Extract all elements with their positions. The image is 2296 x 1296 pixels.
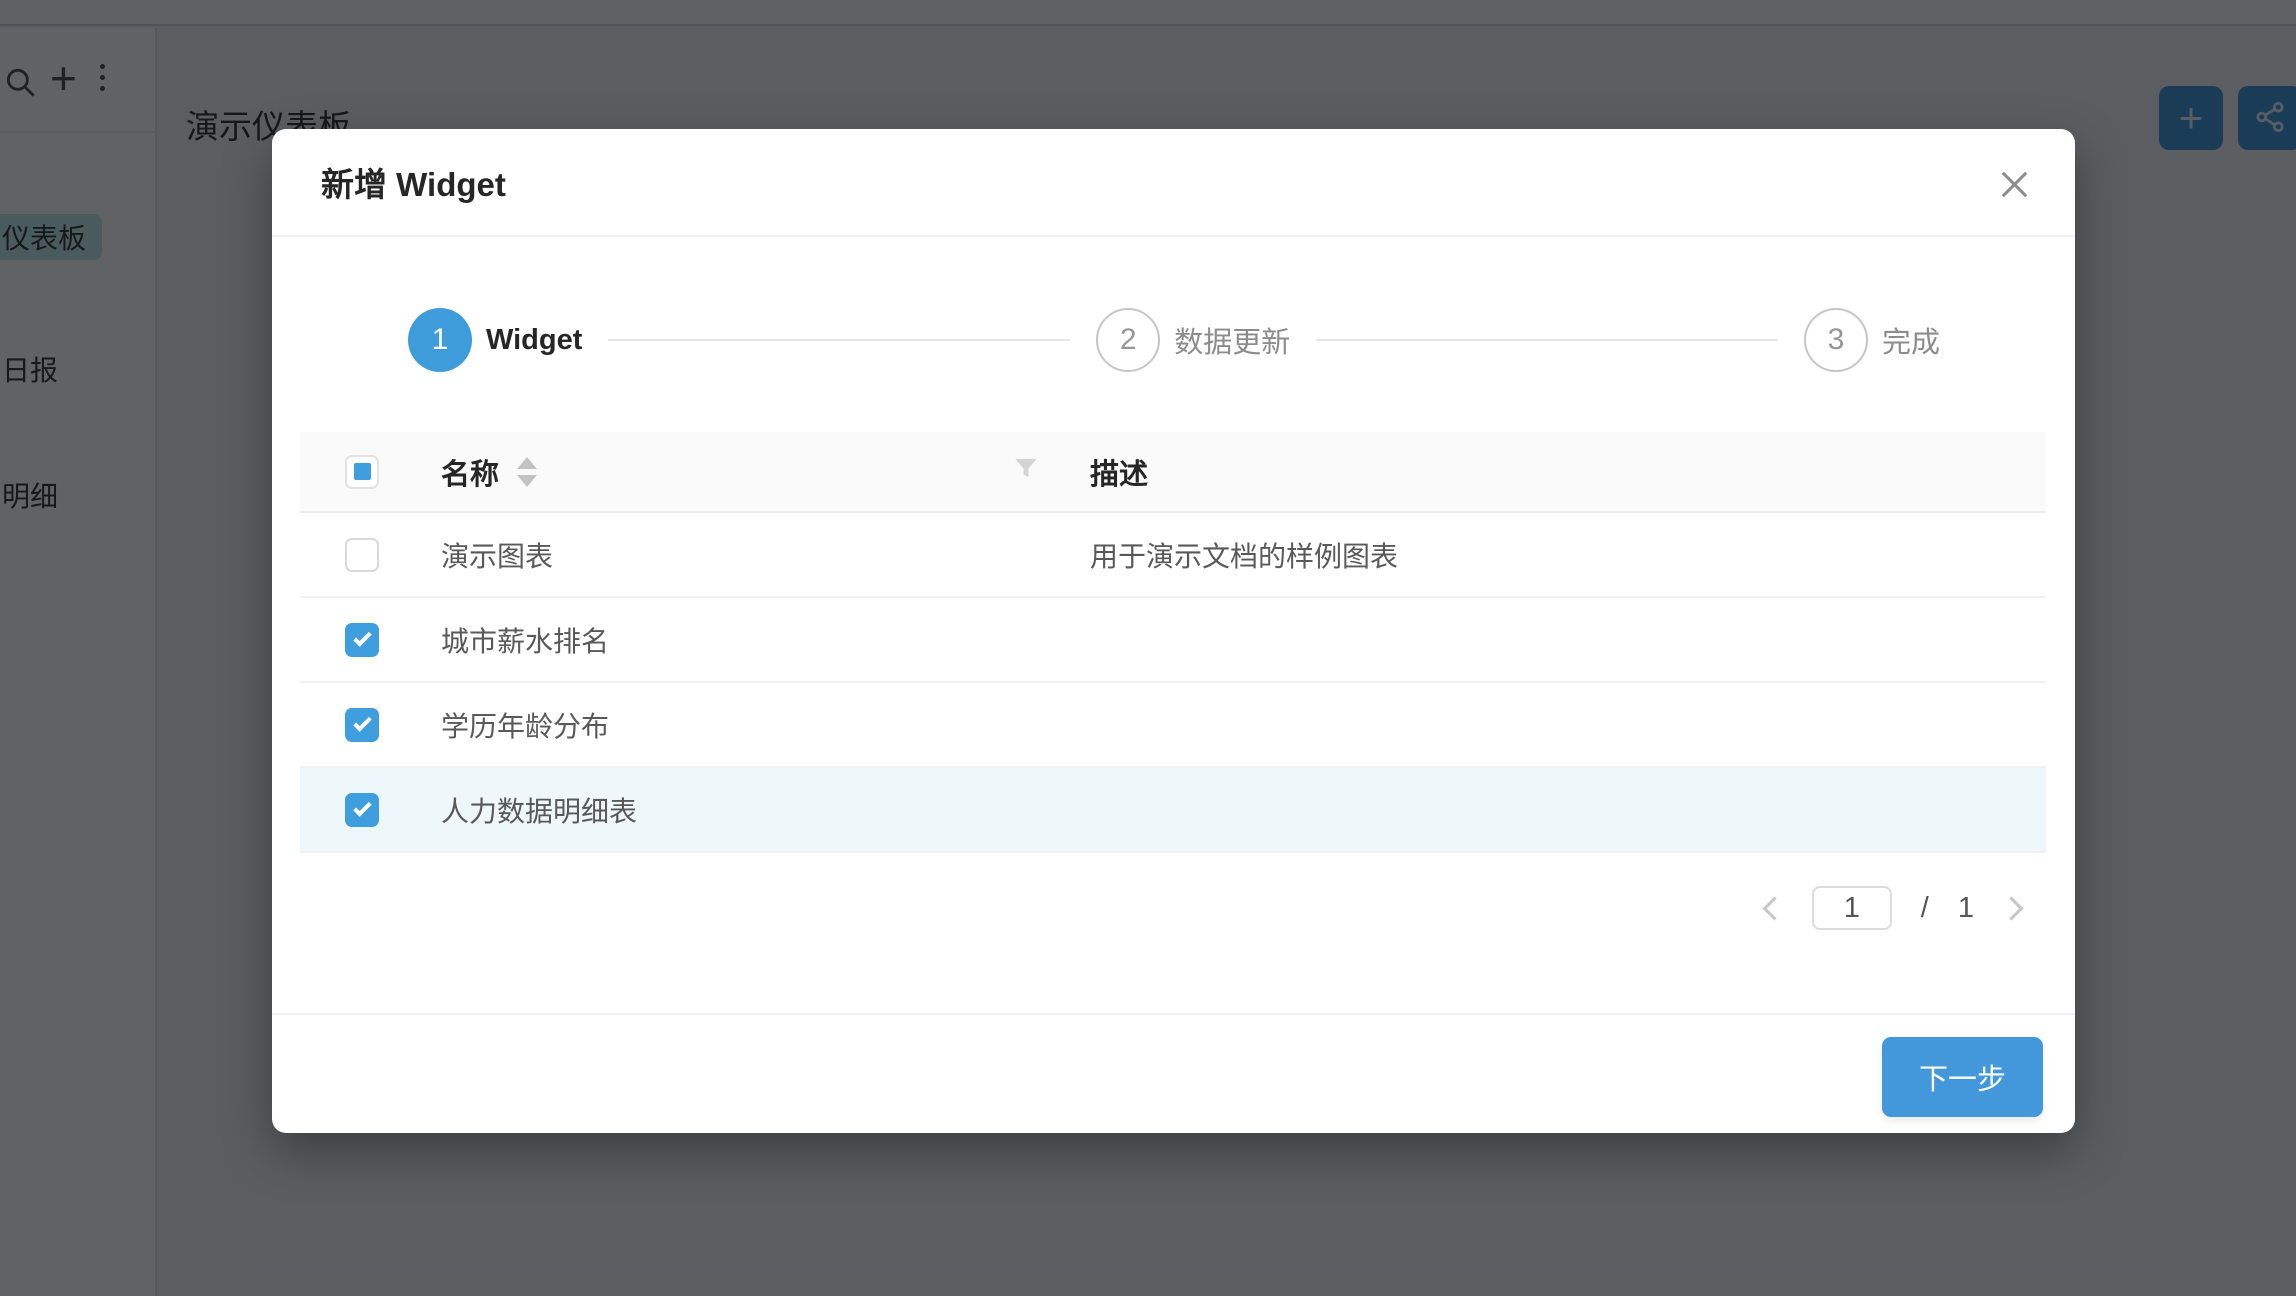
- row-name: 学历年龄分布: [441, 705, 609, 745]
- step-connector: [1316, 339, 1778, 341]
- table-row[interactable]: 人力数据明细表: [300, 768, 2046, 853]
- steps-indicator: 1 Widget 2 数据更新 3 完成: [408, 308, 1940, 372]
- step-label: 数据更新: [1174, 319, 1290, 361]
- column-header-description: 描述: [1090, 451, 1148, 493]
- row-name: 人力数据明细表: [441, 790, 637, 830]
- row-checkbox[interactable]: [345, 623, 379, 657]
- table-header: 名称 描述: [300, 432, 2046, 513]
- table-row[interactable]: 学历年龄分布: [300, 683, 2046, 768]
- close-icon[interactable]: [1997, 167, 2033, 203]
- step-label: Widget: [486, 324, 582, 357]
- widget-table-body: 演示图表 用于演示文档的样例图表城市薪水排名学历年龄分布人力数据明细表: [300, 513, 2046, 853]
- column-header-name: 名称: [441, 451, 499, 493]
- table-row[interactable]: 城市薪水排名: [300, 598, 2046, 683]
- modal-footer: 下一步: [272, 1013, 2075, 1133]
- widget-table: 名称 描述 演示图表 用于演示文档的样例图表城市薪水排名学历年龄分布人力数据明细表: [300, 432, 2046, 853]
- step-number: 2: [1096, 308, 1160, 372]
- step-connector: [608, 339, 1070, 341]
- step-number: 1: [408, 308, 472, 372]
- step-number: 3: [1804, 308, 1868, 372]
- row-checkbox[interactable]: [345, 538, 379, 572]
- row-checkbox[interactable]: [345, 708, 379, 742]
- next-page-icon[interactable]: [1999, 896, 2023, 920]
- step-1-widget: 1 Widget: [408, 308, 582, 372]
- row-checkbox[interactable]: [345, 793, 379, 827]
- row-name: 城市薪水排名: [441, 620, 609, 660]
- add-widget-modal: 新增 Widget 1 Widget 2 数据更新 3 完成 名称: [272, 129, 2075, 1133]
- page-input[interactable]: [1812, 886, 1892, 930]
- table-row[interactable]: 演示图表 用于演示文档的样例图表: [300, 513, 2046, 598]
- modal-header: 新增 Widget: [272, 129, 2075, 237]
- sort-icon[interactable]: [517, 457, 537, 487]
- next-step-button[interactable]: 下一步: [1882, 1037, 2043, 1117]
- step-label: 完成: [1882, 319, 1940, 361]
- select-all-checkbox[interactable]: [345, 455, 379, 489]
- page-separator: /: [1921, 892, 1929, 925]
- pagination: / 1: [1766, 886, 2020, 930]
- prev-page-icon[interactable]: [1762, 896, 1786, 920]
- step-2-data-update: 2 数据更新: [1096, 308, 1290, 372]
- modal-title: 新增 Widget: [321, 158, 506, 206]
- row-name: 演示图表: [441, 535, 553, 575]
- step-3-finish: 3 完成: [1804, 308, 1940, 372]
- total-pages: 1: [1958, 892, 1974, 925]
- filter-icon[interactable]: [1010, 453, 1042, 490]
- row-description: 用于演示文档的样例图表: [1090, 535, 1398, 575]
